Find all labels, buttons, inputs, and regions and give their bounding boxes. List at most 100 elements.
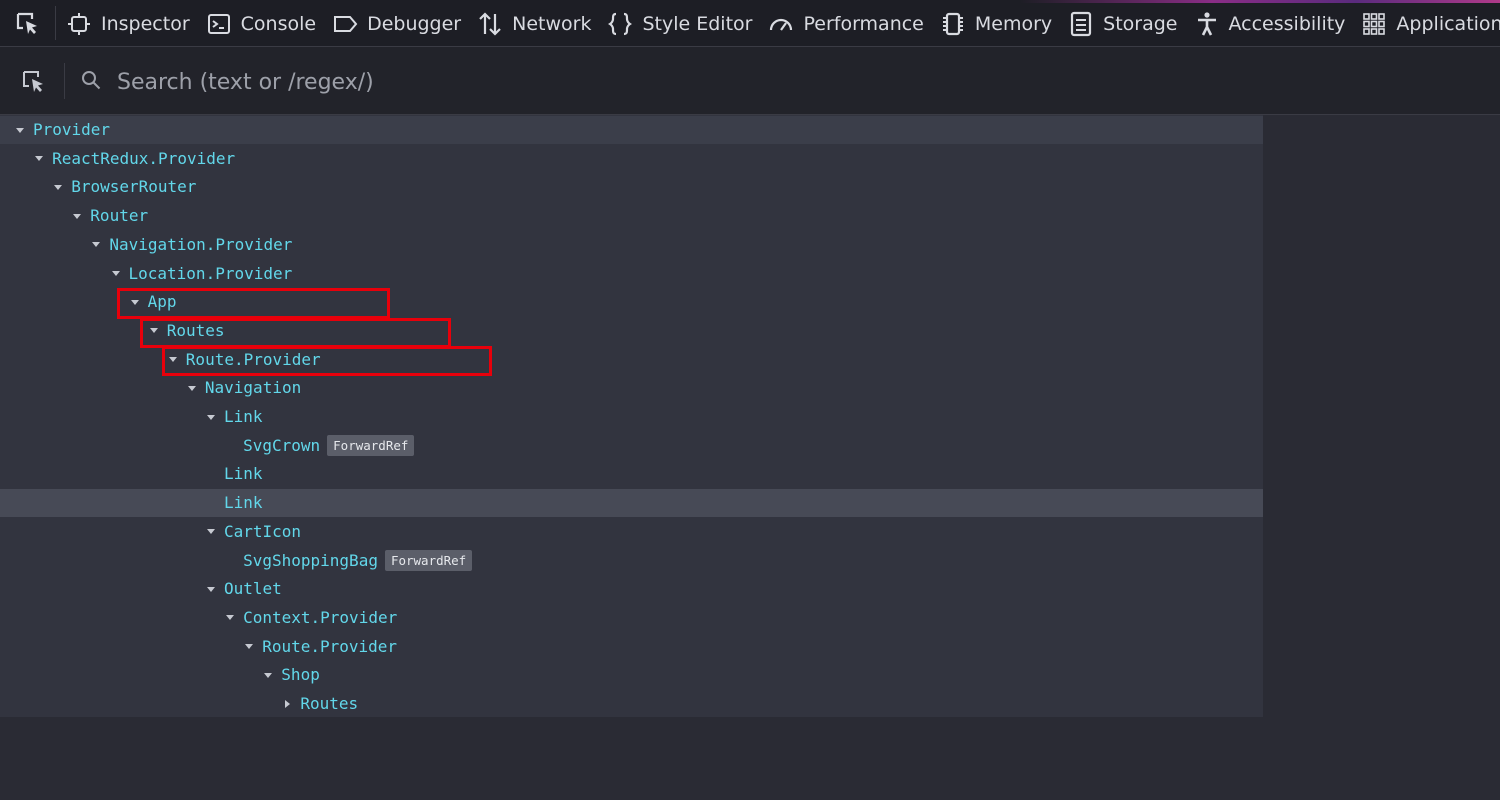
empty-panel-area — [0, 717, 1500, 800]
triangle-icon — [92, 242, 101, 248]
forwardref-badge: ForwardRef — [327, 434, 415, 456]
tree-row[interactable]: Context.Provider — [0, 604, 1263, 632]
triangle-icon — [226, 615, 235, 621]
tab-storage[interactable]: Storage — [1064, 0, 1189, 47]
tab-label: Performance — [803, 12, 924, 35]
tree-row[interactable]: App — [0, 288, 1263, 316]
tab-label: Debugger — [367, 12, 462, 35]
tree-row[interactable]: SvgCrown ForwardRef — [0, 432, 1263, 460]
tree-row[interactable]: Route.Provider — [0, 346, 1263, 374]
expand-arrow-down-icon[interactable] — [204, 518, 218, 546]
component-name: Shop — [281, 665, 320, 685]
tree-row[interactable]: SvgShoppingBag ForwardRef — [0, 547, 1263, 575]
tab-style-editor[interactable]: Style Editor — [603, 0, 764, 47]
tree-row-label: Context.Provider — [243, 604, 397, 632]
tree-row-label: ReactRedux.Provider — [52, 145, 235, 173]
tree-row-label: Routes — [300, 690, 358, 718]
triangle-icon — [207, 586, 215, 592]
triangle-icon — [73, 213, 82, 219]
search-divider — [64, 63, 65, 99]
tree-row[interactable]: Routes — [0, 317, 1263, 345]
tab-console[interactable]: Console — [202, 0, 328, 47]
performance-icon — [768, 11, 794, 37]
expand-arrow-down-icon[interactable] — [204, 403, 218, 431]
tree-row[interactable]: Routes — [0, 690, 1263, 718]
tree-row[interactable]: Route.Provider — [0, 633, 1263, 661]
tree-row[interactable]: Router — [0, 202, 1263, 230]
component-name: SvgCrown — [243, 435, 321, 455]
tree-row[interactable]: Link — [0, 403, 1263, 431]
tab-label: Application — [1396, 12, 1500, 35]
tree-row[interactable]: Navigation — [0, 374, 1263, 402]
tree-row[interactable]: Location.Provider — [0, 260, 1263, 288]
expand-arrow-down-icon[interactable] — [51, 173, 65, 201]
tree-row[interactable]: ReactRedux.Provider — [0, 145, 1263, 173]
tree-row[interactable]: Outlet — [0, 575, 1263, 603]
search-icon — [82, 71, 101, 90]
tab-label: Style Editor — [642, 12, 753, 35]
expand-arrow-down-icon[interactable] — [204, 575, 218, 603]
tab-debugger[interactable]: Debugger — [328, 0, 473, 47]
tab-label: Console — [240, 12, 317, 35]
tab-performance[interactable]: Performance — [764, 0, 935, 47]
component-tree: Provider ReactRedux.Provider BrowserRouter… — [0, 115, 1263, 717]
tree-row[interactable]: Link — [0, 489, 1263, 518]
tab-memory[interactable]: Memory — [936, 0, 1064, 47]
triangle-icon — [54, 184, 63, 190]
tab-network[interactable]: Network — [473, 0, 603, 47]
tree-row-label: Link — [224, 403, 263, 431]
expand-arrow-down-icon[interactable] — [109, 260, 123, 288]
tab-label: Memory — [974, 12, 1053, 35]
tree-row[interactable]: Link — [0, 460, 1263, 488]
component-name: CartIcon — [224, 521, 302, 541]
tree-row-label: Provider — [33, 116, 110, 144]
expand-arrow-down-icon[interactable] — [185, 374, 199, 402]
application-icon — [1361, 11, 1387, 37]
component-picker-button[interactable] — [18, 67, 50, 97]
tree-row[interactable]: Provider — [0, 116, 1263, 144]
tab-label: Storage — [1103, 12, 1178, 35]
component-name: Link — [224, 464, 263, 484]
triangle-icon — [207, 414, 215, 420]
tab-application[interactable]: Application — [1357, 0, 1500, 47]
triangle-icon — [149, 328, 158, 334]
triangle-icon — [264, 672, 273, 678]
tree-row-label: Route.Provider — [262, 633, 397, 661]
component-name: BrowserRouter — [71, 177, 197, 197]
tree-row[interactable]: Shop — [0, 661, 1263, 689]
tab-inspector[interactable]: Inspector — [62, 0, 202, 47]
expand-arrow-right-icon[interactable] — [280, 690, 294, 718]
forwardref-badge: ForwardRef — [384, 549, 473, 571]
tab-accessibility[interactable]: Accessibility — [1190, 0, 1358, 47]
triangle-icon — [16, 127, 24, 133]
tree-row-label: App — [148, 288, 177, 316]
tree-row[interactable]: Navigation.Provider — [0, 231, 1263, 259]
expand-arrow-down-icon[interactable] — [128, 288, 142, 316]
component-name: Router — [90, 206, 149, 226]
expand-arrow-down-icon[interactable] — [32, 145, 46, 173]
tree-row[interactable]: CartIcon — [0, 518, 1263, 546]
component-name: Location.Provider — [128, 263, 293, 283]
component-name: Route.Provider — [185, 349, 321, 369]
expand-arrow-down-icon[interactable] — [147, 317, 161, 345]
expand-arrow-down-icon[interactable] — [242, 633, 256, 661]
expand-arrow-down-icon[interactable] — [70, 202, 84, 230]
expand-arrow-down-icon[interactable] — [13, 116, 27, 144]
expand-arrow-down-icon[interactable] — [166, 346, 180, 374]
triangle-icon — [168, 357, 177, 363]
tree-row-label: Route.Provider — [186, 346, 321, 374]
accessibility-icon — [1194, 11, 1220, 37]
expand-arrow-down-icon[interactable] — [261, 661, 275, 689]
storage-icon — [1068, 11, 1094, 37]
element-picker-button[interactable] — [8, 8, 48, 40]
memory-icon — [940, 11, 966, 37]
tree-row[interactable]: BrowserRouter — [0, 173, 1263, 201]
devtools-toolbar: Inspector Console Debugger Network Style… — [0, 0, 1500, 47]
search-input[interactable] — [115, 63, 719, 101]
expand-arrow-down-icon[interactable] — [89, 231, 103, 259]
component-name: Link — [224, 407, 263, 426]
tab-label: Accessibility — [1228, 12, 1346, 35]
expand-arrow-down-icon[interactable] — [223, 604, 237, 632]
triangle-icon — [245, 644, 254, 650]
tree-row-label: BrowserRouter — [71, 173, 196, 201]
